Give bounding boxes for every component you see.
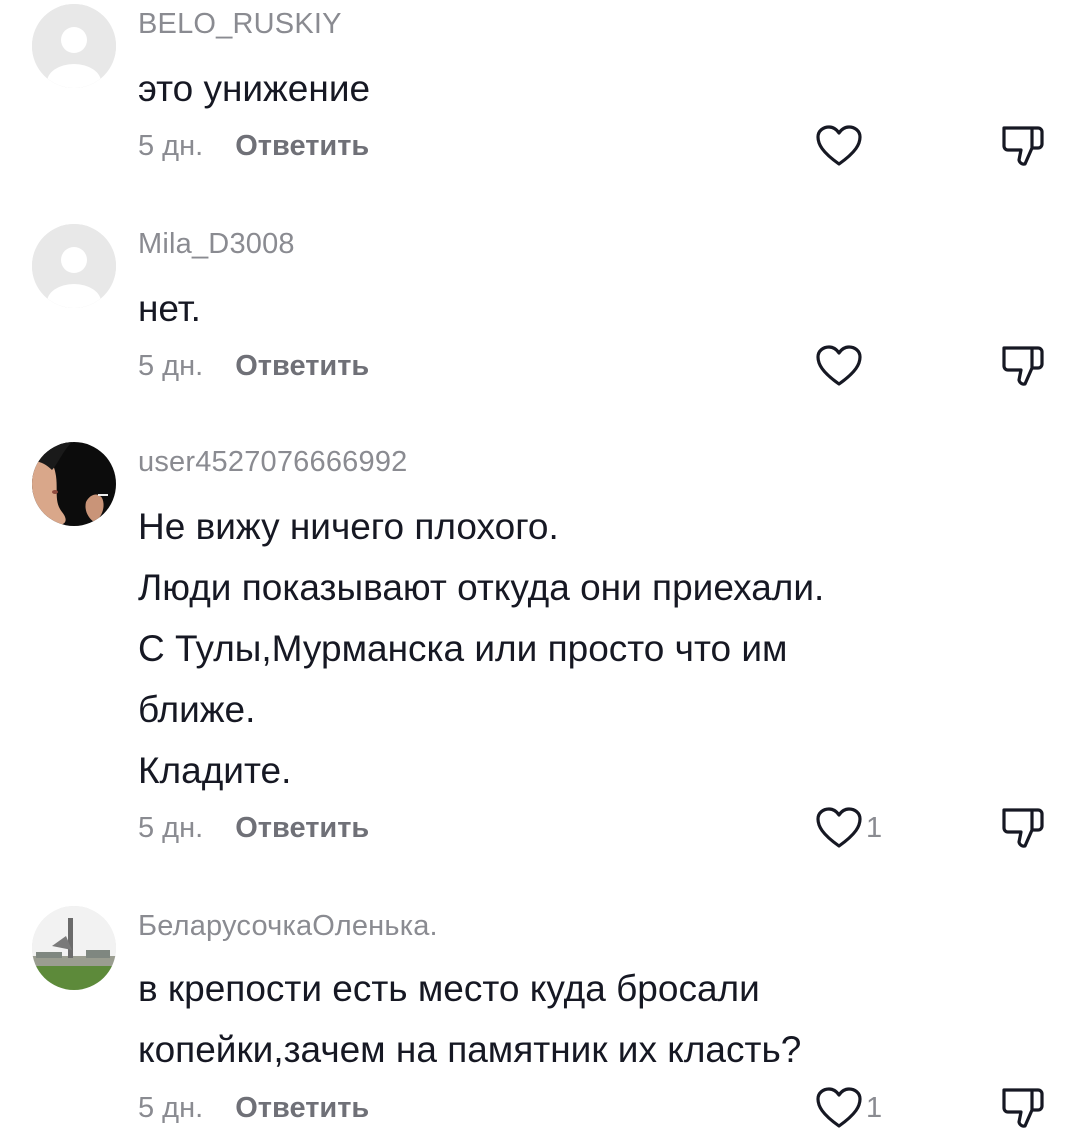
dislike-button[interactable]: [998, 804, 1046, 852]
comment-meta: 5 дн. Ответить: [138, 350, 369, 383]
comment-time: 5 дн.: [138, 812, 204, 844]
dislike-button[interactable]: [998, 342, 1046, 390]
thumbs-down-icon: [1002, 808, 1044, 848]
like-button[interactable]: [814, 342, 866, 390]
comment-text: это унижение: [138, 58, 938, 119]
comment-username[interactable]: user4527076666992: [138, 446, 407, 479]
thumbs-down-icon: [1002, 1088, 1044, 1128]
comment-text-line: в крепости есть место куда бросали: [138, 968, 760, 1009]
comment-meta: 5 дн. Ответить: [138, 1092, 369, 1125]
avatar[interactable]: [32, 442, 116, 526]
photo-avatar-monument-icon: [32, 906, 116, 990]
comment-text-line: ближе.: [138, 689, 256, 730]
like-button[interactable]: 1: [814, 804, 882, 852]
heart-outline-icon: [816, 125, 862, 166]
avatar[interactable]: [32, 4, 116, 88]
thumbs-down-icon: [1002, 346, 1044, 386]
comment-text: в крепости есть место куда бросали копей…: [138, 958, 938, 1080]
comment-text-line: Люди показывают откуда они приехали.: [138, 567, 825, 608]
comment-username[interactable]: BELO_RUSKIY: [138, 8, 342, 41]
avatar[interactable]: [32, 224, 116, 308]
like-count: 1: [866, 1091, 883, 1124]
reply-button[interactable]: Ответить: [235, 130, 369, 162]
photo-avatar-woman-smoking-icon: [32, 442, 116, 526]
comment-text: Не вижу ничего плохого. Люди показывают …: [138, 496, 938, 801]
default-avatar-icon: [32, 224, 116, 308]
comment-text-line: Не вижу ничего плохого.: [138, 506, 559, 547]
like-button[interactable]: 1: [814, 1084, 882, 1132]
default-avatar-icon: [32, 4, 116, 88]
avatar[interactable]: [32, 906, 116, 990]
reply-button[interactable]: Ответить: [235, 812, 369, 844]
dislike-button[interactable]: [998, 122, 1046, 170]
heart-outline-icon: [816, 345, 862, 386]
comment-text-line: Кладите.: [138, 750, 292, 791]
comment-time: 5 дн.: [138, 130, 204, 162]
like-button[interactable]: [814, 122, 866, 170]
comment-text-line: нет.: [138, 288, 201, 329]
reply-button[interactable]: Ответить: [235, 1092, 369, 1124]
comment-time: 5 дн.: [138, 350, 204, 382]
dislike-button[interactable]: [998, 1084, 1046, 1132]
comment-username[interactable]: Mila_D3008: [138, 228, 295, 261]
reply-button[interactable]: Ответить: [235, 350, 369, 382]
heart-outline-icon: [816, 807, 862, 848]
comment-time: 5 дн.: [138, 1092, 204, 1124]
comment-text: нет.: [138, 278, 938, 339]
comment-meta: 5 дн. Ответить: [138, 130, 369, 163]
comment-meta: 5 дн. Ответить: [138, 812, 369, 845]
comment-text-line: С Тулы,Мурманска или просто что им: [138, 628, 788, 669]
like-count: 1: [866, 811, 883, 844]
thumbs-down-icon: [1002, 126, 1044, 166]
comment-username[interactable]: БеларусочкаОленька.: [138, 910, 438, 943]
comment-text-line: копейки,зачем на памятник их класть?: [138, 1029, 802, 1070]
heart-outline-icon: [816, 1087, 862, 1128]
comment-text-line: это унижение: [138, 68, 371, 109]
